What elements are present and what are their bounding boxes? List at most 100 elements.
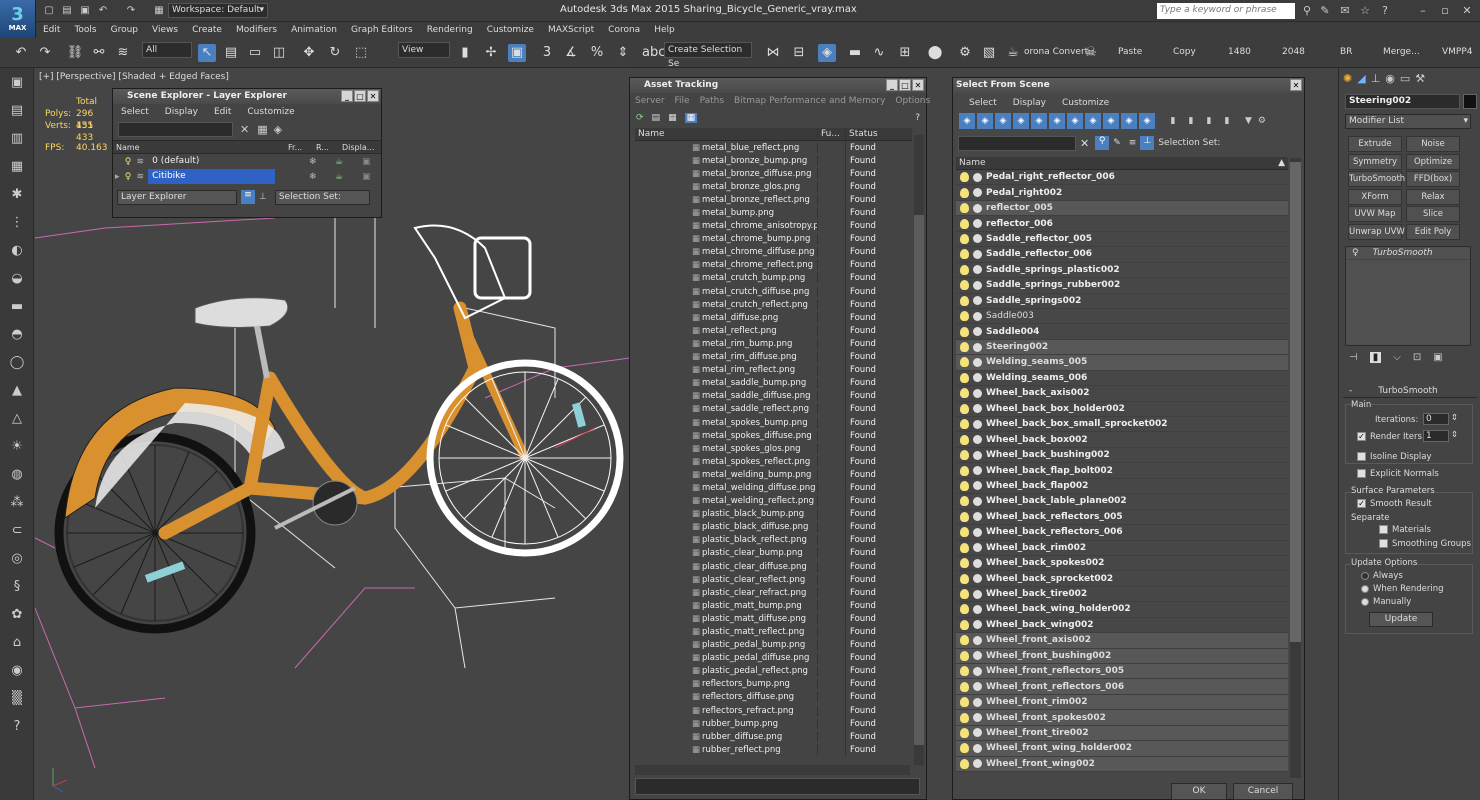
helix-icon[interactable]: § [8,578,26,596]
scene-object-row[interactable]: Wheel_back_reflectors_006 [956,525,1288,541]
visibility-bulb-icon[interactable] [960,712,969,723]
filter-none-icon[interactable]: ▮ [1201,113,1217,129]
scene-object-row[interactable]: Pedal_right_reflector_006 [956,170,1288,186]
selection-filter-dropdown[interactable]: All [142,42,192,58]
asset-row[interactable]: ▦ plastic_clear_refract.png Found [635,586,912,600]
modifier-slice-button[interactable]: Slice [1406,206,1460,222]
spinner-arrows-icon[interactable]: ⇕ [1451,430,1458,440]
visibility-bulb-icon[interactable] [960,758,969,769]
utilities-tab-icon[interactable]: ⚒ [1415,72,1425,85]
app-logo-button[interactable]: 3 MAX [0,0,36,38]
asset-row[interactable]: ▦ plastic_pedal_bump.png Found [635,638,912,652]
list-icon[interactable]: ▥ [8,130,26,148]
scene-object-row[interactable]: Wheel_back_box_holder002 [956,402,1288,417]
layer-name[interactable]: 0 (default) [148,154,275,169]
update-button[interactable]: Update [1369,612,1433,627]
col-fullpath[interactable]: Fu... [818,129,846,139]
help-icon[interactable]: ? [1376,3,1394,19]
configure-sets-icon[interactable]: ▣ [1433,352,1442,363]
toolbar-w1480-button[interactable]: 1480 [1228,47,1251,57]
select-by-name-icon[interactable]: ▤ [222,44,240,62]
spacer-icon[interactable]: ⋮ [8,214,26,232]
workspace-dropdown[interactable]: Workspace: Default ▾ [168,3,268,18]
menu-help[interactable]: Help [647,25,682,35]
visibility-bulb-icon[interactable] [960,727,969,738]
vray-icon[interactable]: ⌂ [8,634,26,652]
sun-icon[interactable]: ☀ [8,438,26,456]
when-rendering-radio[interactable]: When Rendering [1361,584,1444,594]
asset-scrollbar-thumb[interactable] [914,215,924,745]
new-file-icon[interactable]: ▢ [42,4,56,18]
layer-name[interactable]: Citibike [148,169,276,184]
visibility-bulb-icon[interactable] [960,527,969,538]
visibility-bulb-icon[interactable] [960,403,969,414]
layer-row[interactable]: ♀ ≋ 0 (default) ❄ ☕ ▣ [113,154,381,169]
menu-graph-editors[interactable]: Graph Editors [344,25,420,35]
hair-icon[interactable]: ▒ [8,690,26,708]
spinner-arrows-icon[interactable]: ⇕ [1451,413,1458,423]
reference-coordinate-dropdown[interactable]: View [398,42,450,58]
smooth-result-checkbox[interactable]: ✓ Smooth Result [1357,499,1432,509]
modifier-turbosmooth-button[interactable]: TurboSmooth [1348,171,1405,187]
sphere-half-icon[interactable]: ◓ [8,326,26,344]
modifier-edit-poly-button[interactable]: Edit Poly [1406,223,1460,240]
scene-object-row[interactable]: reflector_005 [956,200,1288,217]
asset-row[interactable]: ▦ plastic_clear_diffuse.png Found [635,560,912,574]
help-icon[interactable]: ? [8,718,26,736]
asset-row[interactable]: ▦ rubber_reflect.png Found [635,743,912,757]
asset-row[interactable]: ▦ plastic_matt_diffuse.png Found [635,612,912,626]
visibility-bulb-icon[interactable] [960,480,969,491]
redo-icon[interactable]: ↷ [36,44,54,62]
at-menu-server[interactable]: Server [630,96,670,106]
asset-row[interactable]: ▦ metal_spokes_bump.png Found [635,416,912,430]
asset-row[interactable]: ▦ metal_bronze_bump.png Found [635,154,912,168]
scene-object-row[interactable]: Wheel_back_wing002 [956,618,1288,634]
filter-lights-icon[interactable]: ◈ [995,113,1011,129]
spinner-snap-icon[interactable]: ⇕ [614,44,632,62]
visibility-bulb-icon[interactable] [960,604,969,615]
window-crossing-icon[interactable]: ◫ [270,44,288,62]
menu-views[interactable]: Views [145,25,185,35]
asset-row[interactable]: ▦ metal_saddle_diffuse.png Found [635,389,912,403]
always-radio[interactable]: Always [1361,571,1403,581]
modifier-ffd-box--button[interactable]: FFD(box) [1406,171,1460,187]
asset-hscrollbar[interactable] [635,765,910,775]
visibility-bulb-icon[interactable] [960,558,969,569]
asset-row[interactable]: ▦ reflectors_diffuse.png Found [635,690,912,704]
asset-row[interactable]: ▦ metal_reflect.png Found [635,324,912,338]
asset-row[interactable]: ▦ metal_chrome_reflect.png Found [635,258,912,272]
scene-object-row[interactable]: Wheel_back_reflectors_005 [956,510,1288,526]
save-file-icon[interactable]: ▣ [78,4,92,18]
ss-menu-customize[interactable]: Customize [1054,98,1117,108]
render-teapot-icon[interactable]: ☕ [1004,44,1022,62]
list-view-icon[interactable]: ▤ [652,113,661,123]
toolbar-br-button[interactable]: BR [1340,47,1352,57]
select-scrollbar-thumb[interactable] [1290,162,1301,642]
filter-funnel-icon[interactable]: ▼ [1245,116,1252,126]
minimize-icon[interactable]: – [1414,3,1432,19]
expand-arrow-icon[interactable]: ▸ [115,172,125,182]
maximize-icon[interactable]: ▫ [1436,3,1454,19]
keyboard-shortcut-override-icon[interactable]: ▣ [508,44,526,62]
at-menu-bitmap-performance-and-memory[interactable]: Bitmap Performance and Memory [729,96,890,106]
pin-stack-icon[interactable]: ⊣ [1349,352,1358,363]
menu-edit[interactable]: Edit [36,25,67,35]
clear-search-icon[interactable]: ✕ [240,123,249,136]
scene-object-row[interactable]: Wheel_front_axis002 [956,633,1288,649]
cone-icon[interactable]: ▲ [8,382,26,400]
scene-object-row[interactable]: Saddle004 [956,324,1288,340]
asset-row[interactable]: ▦ metal_chrome_bump.png Found [635,232,912,246]
select-manipulate-icon[interactable]: ✢ [482,44,500,62]
minimize-icon[interactable]: _ [341,90,353,102]
make-unique-icon[interactable]: ⌵ [1393,352,1401,363]
display-tab-icon[interactable]: ▭ [1400,72,1410,85]
select-list-header[interactable]: Name ▲ [956,157,1288,170]
redo-icon[interactable]: ↷ [124,4,138,18]
explorer-type-dropdown[interactable]: Layer Explorer [117,189,237,205]
scene-object-row[interactable]: Wheel_back_rim002 [956,541,1288,556]
col-name[interactable]: Name [113,143,285,152]
visibility-bulb-icon[interactable] [960,218,969,229]
layer-manager-icon[interactable]: ◈ [818,44,836,62]
scene-object-row[interactable]: Wheel_back_box_small_sprocket002 [956,417,1288,433]
circle-icon[interactable]: ◯ [8,354,26,372]
